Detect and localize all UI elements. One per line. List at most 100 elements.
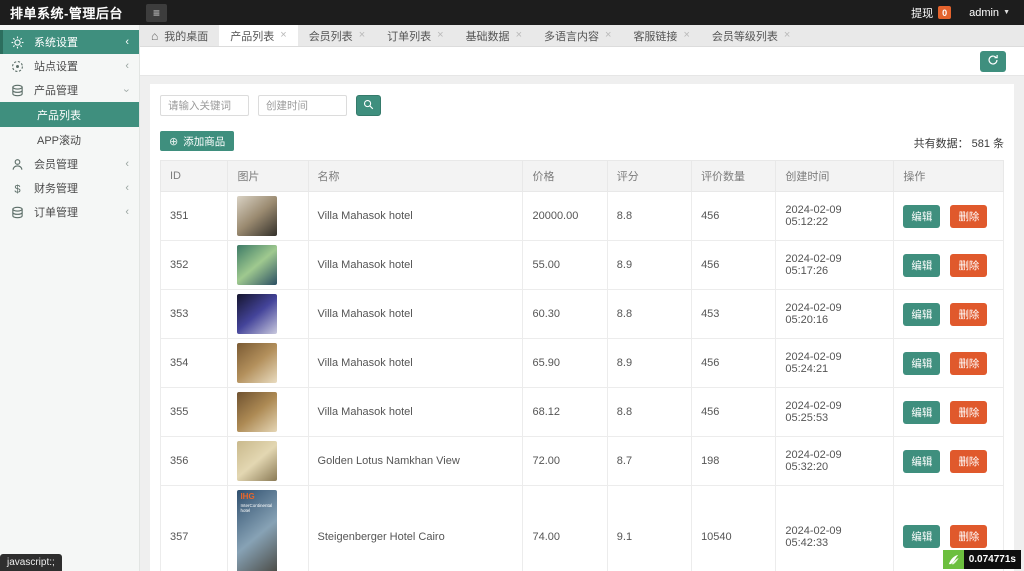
- edit-button[interactable]: 编辑: [903, 401, 940, 424]
- tab-close-icon[interactable]: ×: [437, 30, 443, 41]
- table-row: 353 Villa Mahasok hotel 60.30 8.8 453 20…: [161, 290, 1004, 339]
- cell-id: 354: [161, 339, 228, 388]
- cell-reviews: 10540: [692, 486, 776, 571]
- tab-close-icon[interactable]: ×: [605, 30, 611, 41]
- hotel-brand-logo: IHG: [240, 493, 254, 501]
- cell-score: 8.7: [607, 437, 691, 486]
- debug-timer: 0.074771s: [943, 550, 1021, 569]
- cell-price: 72.00: [523, 437, 607, 486]
- sidebar-item-label: 产品管理: [34, 82, 125, 98]
- sidebar-subitem[interactable]: 产品列表: [0, 102, 139, 127]
- product-thumbnail: IHGInterContinental hotel: [237, 490, 277, 571]
- cell-created: 2024-02-09 05:17:26: [776, 241, 894, 290]
- tab-close-icon[interactable]: ×: [359, 30, 365, 41]
- cell-created: 2024-02-09 05:20:16: [776, 290, 894, 339]
- tab[interactable]: ⌂ 我的桌面: [140, 25, 219, 46]
- tab-close-icon[interactable]: ×: [683, 30, 689, 41]
- refresh-button[interactable]: [980, 51, 1006, 72]
- edit-button[interactable]: 编辑: [903, 352, 940, 375]
- delete-button[interactable]: 删除: [950, 254, 987, 277]
- withdraw-link[interactable]: 提现 0: [911, 5, 951, 21]
- delete-button[interactable]: 删除: [950, 525, 987, 548]
- cell-created: 2024-02-09 05:24:21: [776, 339, 894, 388]
- chevron-icon: ‹: [125, 159, 129, 170]
- cell-reviews: 456: [692, 192, 776, 241]
- tab[interactable]: 客服链接 ×: [622, 25, 700, 46]
- content-card: ⊕ 添加商品 共有数据：581条 ID 图片 名称 价格: [150, 84, 1014, 571]
- cell-name: Villa Mahasok hotel: [308, 388, 523, 437]
- site-icon: [10, 59, 24, 73]
- chevron-icon: ‹: [125, 37, 129, 48]
- delete-button[interactable]: 删除: [950, 352, 987, 375]
- username: admin: [969, 7, 999, 19]
- edit-button[interactable]: 编辑: [903, 303, 940, 326]
- tab[interactable]: 会员列表 ×: [298, 25, 376, 46]
- gear-icon: [10, 35, 24, 49]
- sidebar-item[interactable]: $ 财务管理 ‹: [0, 176, 139, 200]
- add-product-label: 添加商品: [183, 134, 225, 149]
- tab[interactable]: 多语言内容 ×: [533, 25, 622, 46]
- edit-button[interactable]: 编辑: [903, 450, 940, 473]
- sidebar-item-label: 财务管理: [34, 180, 125, 196]
- table-row: 357 IHGInterContinental hotel Steigenber…: [161, 486, 1004, 571]
- tab-label: 产品列表: [230, 28, 274, 44]
- keyword-input[interactable]: [160, 95, 249, 116]
- tab-label: 客服链接: [633, 28, 677, 44]
- refresh-icon: [987, 54, 999, 69]
- cell-name: Steigenberger Hotel Cairo: [308, 486, 523, 571]
- edit-button[interactable]: 编辑: [903, 254, 940, 277]
- tab-close-icon[interactable]: ×: [516, 30, 522, 41]
- tab[interactable]: 产品列表 ×: [219, 25, 297, 46]
- sidebar-item[interactable]: 系统设置 ‹: [0, 30, 139, 54]
- table-row: 355 Villa Mahasok hotel 68.12 8.8 456 20…: [161, 388, 1004, 437]
- table-row: 354 Villa Mahasok hotel 65.90 8.9 456 20…: [161, 339, 1004, 388]
- cell-price: 20000.00: [523, 192, 607, 241]
- search-icon: [363, 99, 374, 113]
- edit-button[interactable]: 编辑: [903, 525, 940, 548]
- table-row: 351 Villa Mahasok hotel 20000.00 8.8 456…: [161, 192, 1004, 241]
- browser-status-text: javascript:;: [0, 554, 62, 571]
- sidebar-item[interactable]: 订单管理 ‹: [0, 200, 139, 224]
- user-menu[interactable]: admin ▼: [969, 7, 1010, 19]
- col-header-reviews: 评价数量: [692, 161, 776, 192]
- tab[interactable]: 会员等级列表 ×: [701, 25, 801, 46]
- created-time-input[interactable]: [258, 95, 347, 116]
- search-button[interactable]: [356, 95, 381, 116]
- cell-reviews: 456: [692, 388, 776, 437]
- delete-button[interactable]: 删除: [950, 401, 987, 424]
- sidebar-toggle-button[interactable]: ≡: [146, 4, 167, 22]
- sidebar: 系统设置 ‹ 站点设置 ‹ 产品管理 ‹ 产品列表 APP滚动 会员管理 ‹ $: [0, 25, 140, 571]
- cell-score: 8.8: [607, 388, 691, 437]
- col-header-id: ID: [161, 161, 228, 192]
- tab-close-icon[interactable]: ×: [784, 30, 790, 41]
- add-product-button[interactable]: ⊕ 添加商品: [160, 131, 234, 151]
- product-thumbnail: [237, 196, 277, 236]
- sidebar-item[interactable]: 会员管理 ‹: [0, 152, 139, 176]
- cell-id: 353: [161, 290, 228, 339]
- sidebar-item[interactable]: 产品管理 ‹: [0, 78, 139, 102]
- product-table: ID 图片 名称 价格 评分 评价数量 创建时间 操作 351 Villa Ma…: [160, 160, 1004, 571]
- app-title: 排单系统-管理后台: [0, 3, 140, 22]
- finance-icon: $: [10, 181, 24, 195]
- col-header-price: 价格: [523, 161, 607, 192]
- delete-button[interactable]: 删除: [950, 205, 987, 228]
- delete-button[interactable]: 删除: [950, 450, 987, 473]
- delete-button[interactable]: 删除: [950, 303, 987, 326]
- debug-timer-value: 0.074771s: [964, 550, 1021, 569]
- edit-button[interactable]: 编辑: [903, 205, 940, 228]
- sidebar-item-label: 站点设置: [34, 58, 125, 74]
- tab[interactable]: 订单列表 ×: [376, 25, 454, 46]
- tab-close-icon[interactable]: ×: [280, 30, 286, 41]
- product-thumbnail: [237, 441, 277, 481]
- cell-score: 8.8: [607, 290, 691, 339]
- tab[interactable]: 基础数据 ×: [455, 25, 533, 46]
- cell-price: 65.90: [523, 339, 607, 388]
- tab-label: 会员等级列表: [712, 28, 778, 44]
- chevron-icon: ‹: [125, 183, 129, 194]
- sidebar-subitem[interactable]: APP滚动: [0, 127, 139, 152]
- col-header-actions: 操作: [894, 161, 1004, 192]
- sidebar-item[interactable]: 站点设置 ‹: [0, 54, 139, 78]
- tab-label: 会员列表: [309, 28, 353, 44]
- col-header-score: 评分: [607, 161, 691, 192]
- cell-name: Golden Lotus Namkhan View: [308, 437, 523, 486]
